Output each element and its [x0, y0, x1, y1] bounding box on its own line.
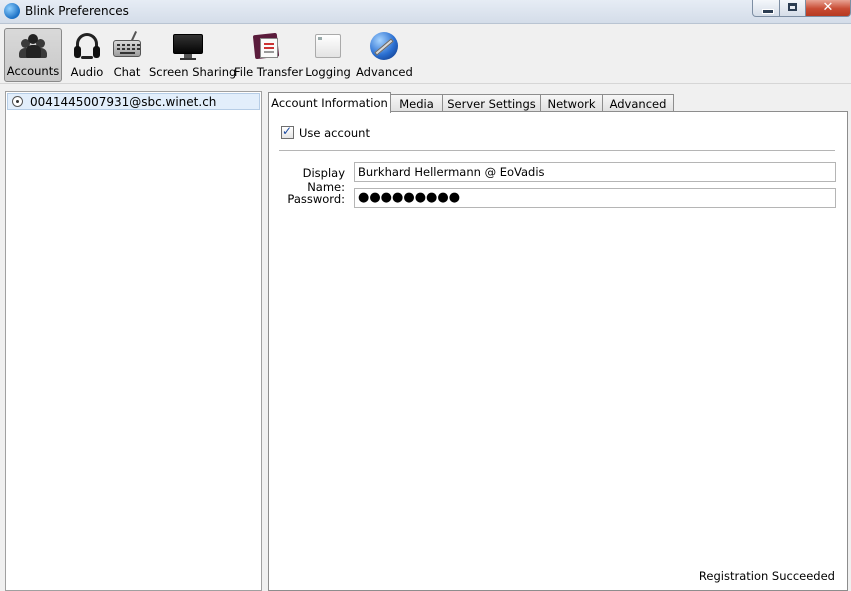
maximize-button[interactable]	[780, 0, 806, 17]
headset-icon	[72, 32, 102, 60]
account-list[interactable]: 0041445007931@sbc.winet.ch	[5, 91, 262, 591]
password-label: Password:	[287, 192, 345, 206]
display-name-field[interactable]: Burkhard Hellermann @ EoVadis	[354, 162, 836, 182]
toolbar-chat-label: Chat	[113, 65, 141, 79]
use-account-label: Use account	[299, 126, 370, 140]
checkmark-icon: ✓	[282, 124, 293, 138]
blink-app-icon	[4, 3, 20, 19]
account-information-panel: ✓ Use account Display Name: Burkhard Hel…	[268, 111, 848, 591]
toolbar-file-transfer-label: File Transfer	[234, 65, 304, 79]
toolbar-accounts-label: Accounts	[6, 64, 60, 78]
toolbar-chat[interactable]: Chat	[110, 28, 144, 82]
users-icon	[18, 33, 48, 61]
toolbar-screen-sharing[interactable]: Screen Sharing	[149, 28, 237, 82]
toolbar-advanced[interactable]: Advanced	[356, 28, 413, 82]
toolbar-accounts[interactable]: Accounts	[4, 28, 62, 82]
keyboard-icon	[113, 40, 141, 57]
toolbar-logging-label: Logging	[305, 65, 351, 79]
toolbar-advanced-label: Advanced	[356, 65, 413, 79]
password-field[interactable]: ●●●●●●●●●	[354, 188, 836, 208]
account-list-item[interactable]: 0041445007931@sbc.winet.ch	[7, 93, 260, 110]
divider	[279, 150, 835, 151]
close-button[interactable]: ✕	[806, 0, 851, 17]
account-address: 0041445007931@sbc.winet.ch	[30, 95, 217, 109]
maximize-icon	[788, 3, 797, 11]
minimize-button[interactable]	[752, 0, 780, 17]
title-bar: Blink Preferences ✕	[0, 0, 851, 24]
file-transfer-icon	[252, 32, 282, 60]
monitor-icon	[172, 32, 204, 60]
tab-account-information[interactable]: Account Information	[268, 92, 391, 113]
close-icon: ✕	[822, 0, 834, 15]
minimize-icon	[762, 9, 774, 14]
log-window-icon	[313, 32, 343, 60]
use-account-checkbox[interactable]: ✓	[281, 124, 294, 139]
toolbar-screen-sharing-label: Screen Sharing	[149, 65, 237, 79]
toolbar-audio[interactable]: Audio	[68, 28, 106, 82]
toolbar-audio-label: Audio	[70, 65, 104, 79]
display-name-label: Display Name:	[302, 166, 345, 194]
toolbar-logging[interactable]: Logging	[305, 28, 351, 82]
preferences-toolbar: Accounts Audio Chat Screen Sharing File …	[0, 24, 851, 84]
toolbar-file-transfer[interactable]: File Transfer	[234, 28, 304, 82]
globe-wrench-icon	[368, 32, 400, 60]
account-radio-icon[interactable]	[12, 96, 23, 107]
registration-status: Registration Succeeded	[698, 569, 835, 583]
window-title: Blink Preferences	[25, 4, 129, 18]
